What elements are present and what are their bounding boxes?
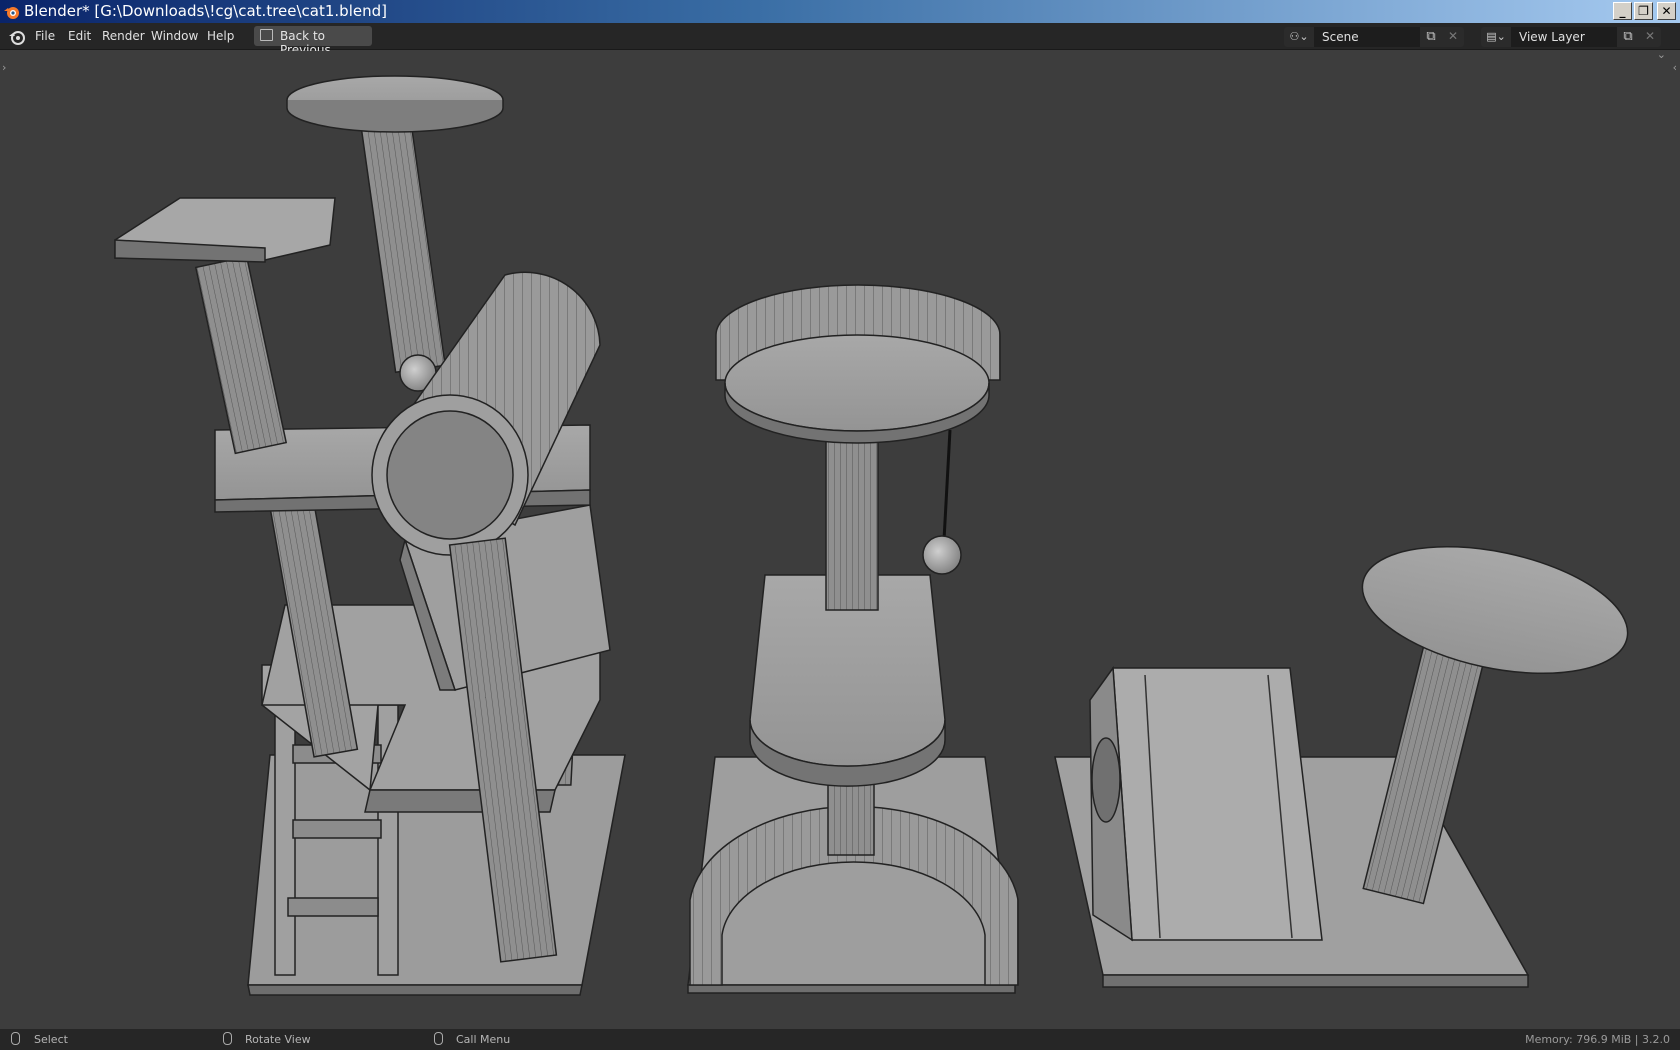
right-sidebar-expand-icon[interactable]: ‹ <box>1673 61 1677 74</box>
header-expand-icon[interactable]: ⌄ <box>1657 51 1666 61</box>
memory-version-info: Memory: 796.9 MiB | 3.2.0 <box>1525 1033 1670 1046</box>
status-rotate-view: Rotate View <box>245 1033 311 1046</box>
window-title: Blender* [G:\Downloads\!cg\cat.tree\cat1… <box>24 2 387 20</box>
menu-edit[interactable]: Edit <box>68 29 91 43</box>
menu-window[interactable]: Window <box>151 29 198 43</box>
viewport-scene <box>114 75 1629 996</box>
status-call-menu: Call Menu <box>456 1033 511 1046</box>
round-cat-tree <box>687 284 1019 994</box>
scene-new-icon[interactable]: ⧉ <box>1420 27 1442 47</box>
close-icon: ✕ <box>1661 4 1672 18</box>
status-select: Select <box>34 1033 68 1046</box>
mouse-right-icon <box>434 1032 443 1045</box>
status-bar: Select Rotate View Call Menu Memory: 796… <box>0 1029 1680 1050</box>
left-toolbar-expand-icon[interactable]: › <box>2 61 6 74</box>
menu-render[interactable]: Render <box>102 29 145 43</box>
view-layer-name-field[interactable]: View Layer <box>1511 27 1617 47</box>
top-menubar: File Edit Render Window Help Back to Pre… <box>0 23 1680 57</box>
mouse-middle-icon <box>223 1032 232 1045</box>
view-layer-selector: ▤⌄ View Layer ⧉ ✕ <box>1481 27 1671 47</box>
restore-icon: ❐ <box>1638 4 1649 18</box>
scene-browse-icon[interactable]: ⚇⌄ <box>1284 27 1314 47</box>
view-layer-browse-icon[interactable]: ▤⌄ <box>1481 27 1511 47</box>
window-titlebar: Blender* [G:\Downloads\!cg\cat.tree\cat1… <box>0 0 1680 23</box>
screen-icon <box>260 29 273 41</box>
3d-viewport[interactable]: › ‹ ⌄ <box>0 51 1680 1029</box>
close-button[interactable]: ✕ <box>1657 2 1676 20</box>
scene-selector: ⚇⌄ Scene ⧉ ✕ <box>1284 27 1474 47</box>
minimize-icon: _ <box>1619 4 1626 18</box>
view-layer-delete-icon[interactable]: ✕ <box>1639 27 1661 47</box>
restore-button[interactable]: ❐ <box>1634 2 1653 20</box>
blender-app-icon <box>4 7 19 19</box>
minimize-button[interactable]: _ <box>1613 2 1632 20</box>
house-cat-tree <box>1054 545 1629 988</box>
tall-cat-tree <box>114 75 626 996</box>
menu-file[interactable]: File <box>35 29 55 43</box>
menu-help[interactable]: Help <box>207 29 234 43</box>
mouse-left-icon <box>11 1032 20 1045</box>
scene-delete-icon[interactable]: ✕ <box>1442 27 1464 47</box>
view-layer-new-icon[interactable]: ⧉ <box>1617 27 1639 47</box>
blender-menu-icon[interactable] <box>8 28 26 46</box>
back-to-previous-button[interactable]: Back to Previous <box>254 26 372 57</box>
scene-name-field[interactable]: Scene <box>1314 27 1420 47</box>
